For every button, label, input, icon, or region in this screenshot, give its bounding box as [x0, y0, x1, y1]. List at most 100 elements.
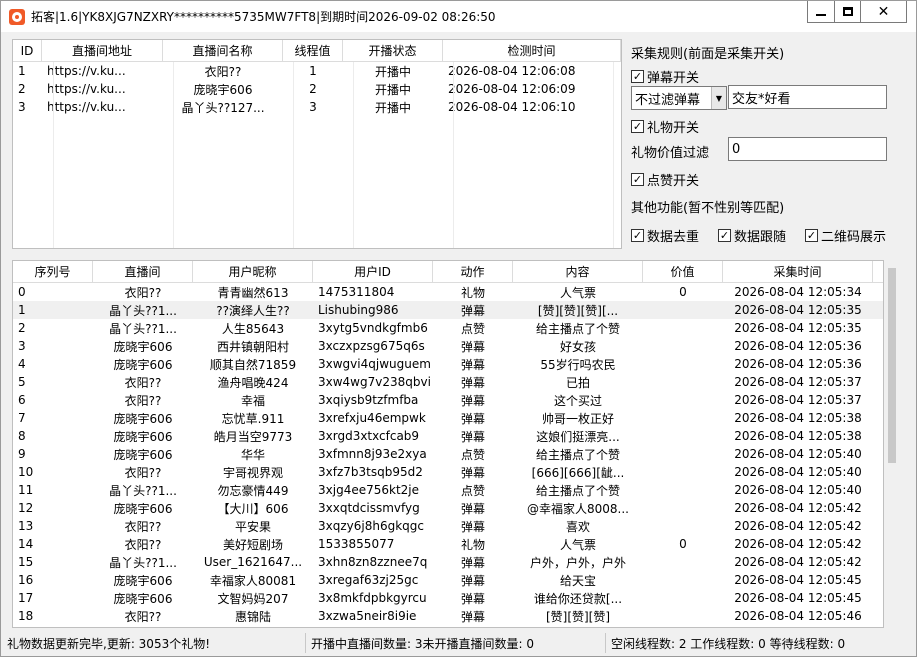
follow-checkbox[interactable]: ✓ 数据跟随: [718, 226, 786, 245]
data-table-body: 0 衣阳?? 青青幽然613 1475311804 礼物 人气票 0 2026-08-04 1…: [13, 283, 883, 625]
check-icon: ✓: [805, 229, 818, 242]
data-cell: 3xwgvi4qjwuguem: [318, 357, 431, 371]
follow-label: 数据跟随: [734, 230, 787, 245]
data-table-row[interactable]: 4 庞晓宇606 顺其自然71859 3xwgvi4qjwuguem 弹幕 55岁行吗农民…: [13, 355, 883, 373]
col-header-live-status[interactable]: 开播状态: [343, 40, 443, 61]
col-header-thread[interactable]: 线程值: [283, 40, 343, 61]
data-cell: 衣阳??: [124, 465, 162, 480]
data-table-row[interactable]: 7 庞晓宇606 忘忧草.911 3xrefxju46empwk 弹幕 帅哥一枚正好 202…: [13, 409, 883, 427]
data-cell: 0: [679, 537, 687, 551]
danmu-switch-checkbox[interactable]: ✓ 弹幕开关: [631, 67, 699, 86]
data-table-row[interactable]: 12 庞晓宇606 【大川】606 3xxqtdcissmvfyg 弹幕 @幸福家人800…: [13, 499, 883, 517]
data-cell: 给主播点了个赞: [535, 447, 620, 462]
room-cell: 2: [18, 82, 26, 96]
col-header-room[interactable]: 直播间: [93, 261, 193, 282]
data-cell: 弹幕: [460, 339, 485, 354]
data-cell: 西井镇朝阳村: [216, 339, 289, 354]
room-table-row[interactable]: 3 https://v.ku... 晶丫头??127... 3 开播中 2026-08-0…: [13, 98, 621, 116]
minimize-button[interactable]: [807, 1, 835, 23]
scrollbar-thumb[interactable]: [888, 268, 896, 463]
col-header-nickname[interactable]: 用户昵称: [193, 261, 313, 282]
col-header-id[interactable]: ID: [13, 40, 42, 61]
col-header-room-name[interactable]: 直播间名称: [163, 40, 283, 61]
data-cell: 14: [18, 537, 34, 551]
data-cell: 2026-08-04 12:05:40: [734, 447, 862, 461]
data-cell: 顺其自然71859: [209, 357, 297, 372]
data-cell: 2026-08-04 12:05:38: [734, 411, 862, 425]
room-cell: 晶丫头??127...: [181, 100, 265, 115]
qrcode-checkbox[interactable]: ✓ 二维码展示: [805, 226, 886, 245]
room-table-row[interactable]: 2 https://v.ku... 庞晓宇606 2 开播中 2026-08-04 12:…: [13, 80, 621, 98]
gift-value-text: 0: [732, 141, 741, 157]
data-table-row[interactable]: 15 晶丫头??1... User_1621647... 3xhn8zn8zznee7…: [13, 553, 883, 571]
data-table-row[interactable]: 14 衣阳?? 美好短剧场 1533855077 礼物 人气票 0 2026-08-04 12…: [13, 535, 883, 553]
data-cell: 1: [18, 303, 26, 317]
room-table-row[interactable]: 1 https://v.ku... 衣阳?? 1 开播中 2026-08-04 12:06…: [13, 62, 621, 80]
gift-value-input[interactable]: 0: [728, 137, 887, 161]
data-table-row[interactable]: 16 庞晓宇606 幸福家人80081 3xregaf63zj25gc 弹幕 给天宝 202…: [13, 571, 883, 589]
data-cell: 庞晓宇606: [113, 429, 173, 444]
data-table-row[interactable]: 9 庞晓宇606 华华 3xfmnn8j93e2xya 点赞 给主播点了个赞 2026-08…: [13, 445, 883, 463]
room-cell: 开播中: [374, 82, 411, 97]
data-cell: [643, 445, 723, 463]
data-cell: 3xrgd3xtxcfcab9: [318, 429, 420, 443]
data-table-row[interactable]: 6 衣阳?? 幸福 3xqiysb9tzfmfba 弹幕 这个买过 2026-08-04 1…: [13, 391, 883, 409]
col-header-url[interactable]: 直播间地址: [42, 40, 163, 61]
data-cell: [643, 337, 723, 355]
app-window: 拓客|1.6|YK8XJG7NZXRY**********5735MW7FT8|…: [0, 0, 917, 657]
dedupe-label: 数据去重: [647, 230, 700, 245]
data-cell: 2026-08-04 12:05:37: [734, 393, 862, 407]
data-cell: 衣阳??: [124, 537, 162, 552]
room-cell: 3: [309, 100, 317, 114]
col-header-content[interactable]: 内容: [513, 261, 643, 282]
data-table-row[interactable]: 8 庞晓宇606 皓月当空9773 3xrgd3xtxcfcab9 弹幕 这娘们挺漂亮..…: [13, 427, 883, 445]
data-cell: 华华: [240, 447, 265, 462]
data-table-row[interactable]: 2 晶丫头??1... 人生85643 3xytg5vndkgfmb6 点赞 给主播点了个…: [13, 319, 883, 337]
data-cell: 点赞: [460, 321, 485, 336]
data-table-row[interactable]: 17 庞晓宇606 文智妈妈207 3x8mkfdpbkgyrcu 弹幕 谁给你还贷款[.…: [13, 589, 883, 607]
data-table-row[interactable]: 13 衣阳?? 平安果 3xqzy6j8h6gkqgc 弹幕 喜欢 2026-08-04 1…: [13, 517, 883, 535]
data-cell: [643, 499, 723, 517]
close-button[interactable]: ✕: [861, 1, 907, 23]
data-cell: 0: [679, 285, 687, 299]
danmu-keyword-input[interactable]: 交友*好看: [728, 85, 887, 109]
col-header-check-time[interactable]: 检测时间: [443, 40, 621, 61]
data-cell: 2026-08-04 12:05:42: [734, 555, 862, 569]
data-table-row[interactable]: 1 晶丫头??1... ??演绎人生?? Lishubing986 弹幕 [赞][赞][赞…: [13, 301, 883, 319]
data-table-row[interactable]: 3 庞晓宇606 西井镇朝阳村 3xczxpzsg675q6s 弹幕 好女孩 2026-08…: [13, 337, 883, 355]
danmu-filter-select[interactable]: 不过滤弹幕 ▼: [631, 86, 727, 110]
data-cell: [643, 373, 723, 391]
room-cell: 开播中: [374, 64, 411, 79]
data-cell: 人生85643: [221, 321, 285, 336]
data-cell: 3: [18, 339, 26, 353]
data-table-row[interactable]: 18 衣阳?? 惠锦陆 3xzwa5neir8i9ie 弹幕 [赞][赞][赞] 2026-…: [13, 607, 883, 625]
data-table-row[interactable]: 10 衣阳?? 宇哥视界观 3xfz7b3tsqb95d2 弹幕 [666][666][龇…: [13, 463, 883, 481]
col-divider: [453, 62, 454, 248]
col-header-user-id[interactable]: 用户ID: [313, 261, 433, 282]
data-cell: 弹幕: [460, 375, 485, 390]
data-cell: 6: [18, 393, 26, 407]
like-switch-label: 点赞开关: [647, 174, 700, 189]
col-header-action[interactable]: 动作: [433, 261, 513, 282]
data-cell: [643, 571, 723, 589]
data-cell: 晶丫头??1...: [109, 321, 177, 336]
maximize-button[interactable]: [835, 1, 861, 23]
gift-switch-checkbox[interactable]: ✓ 礼物开关: [631, 117, 699, 136]
dedupe-checkbox[interactable]: ✓ 数据去重: [631, 226, 699, 245]
data-cell: 3xczxpzsg675q6s: [318, 339, 425, 353]
like-switch-checkbox[interactable]: ✓ 点赞开关: [631, 170, 699, 189]
data-cell: 2: [18, 321, 26, 335]
data-cell: 1475311804: [318, 285, 395, 299]
data-cell: 弹幕: [460, 303, 485, 318]
data-table-row[interactable]: 5 衣阳?? 渔舟唱晚424 3xw4wg7v238qbvi 弹幕 已拍 2026-08-0…: [13, 373, 883, 391]
col-header-seq[interactable]: 序列号: [13, 261, 93, 282]
col-header-value[interactable]: 价值: [643, 261, 723, 282]
data-cell: 已拍: [565, 375, 590, 390]
data-table-row[interactable]: 11 晶丫头??1... 勿忘豪情449 3xjg4ee756kt2je 点赞 给主播点了…: [13, 481, 883, 499]
data-table-row[interactable]: 0 衣阳?? 青青幽然613 1475311804 礼物 人气票 0 2026-08-04 1…: [13, 283, 883, 301]
room-table[interactable]: ID 直播间地址 直播间名称 线程值 开播状态 检测时间 1 https://v.…: [12, 39, 622, 249]
room-cell: 衣阳??: [204, 64, 242, 79]
collected-data-table[interactable]: 序列号 直播间 用户昵称 用户ID 动作 内容 价值 采集时间 0 衣阳?? 青青幽…: [12, 260, 884, 628]
col-header-collect-time[interactable]: 采集时间: [723, 261, 873, 282]
data-table-scrollbar[interactable]: [885, 260, 900, 628]
